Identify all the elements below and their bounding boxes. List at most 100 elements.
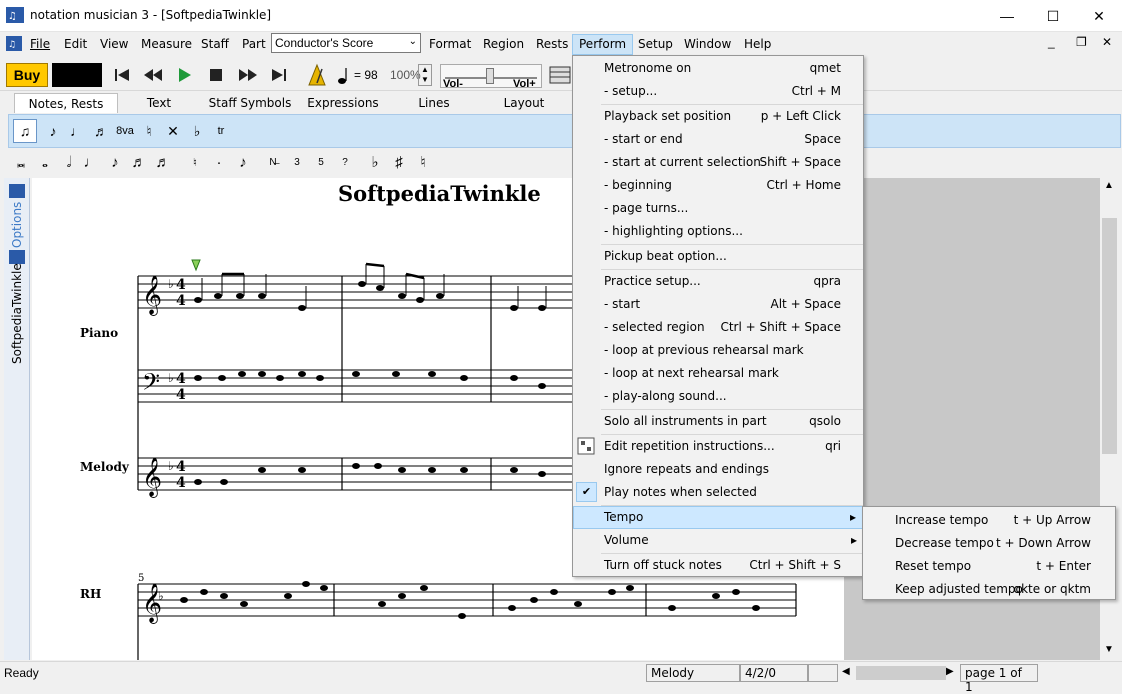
- natural-icon[interactable]: ♮: [184, 151, 206, 173]
- quarter-note-tool-icon[interactable]: ♩: [80, 151, 102, 173]
- menu-rests[interactable]: Rests: [530, 34, 574, 55]
- sixteenth-note-icon[interactable]: ♬: [128, 151, 150, 173]
- metronome-icon[interactable]: [305, 63, 329, 87]
- part-select[interactable]: Conductor's Score ⌄: [271, 33, 421, 53]
- tab-notes-rests[interactable]: Notes, Rests: [14, 93, 118, 113]
- scroll-thumb[interactable]: [1102, 218, 1117, 454]
- quintuplet-icon[interactable]: 5: [310, 151, 332, 173]
- rewind-icon[interactable]: [141, 63, 165, 87]
- ornament-icon[interactable]: ♭: [185, 119, 209, 143]
- menu-item-highlighting-options[interactable]: - highlighting options...: [573, 220, 863, 243]
- double-whole-note-icon[interactable]: 𝅜: [10, 151, 32, 173]
- stop-icon[interactable]: [204, 63, 228, 87]
- menu-item-selected-region[interactable]: - selected region Ctrl + Shift + Space: [573, 316, 863, 339]
- menu-item-loop-previous-mark[interactable]: - loop at previous rehearsal mark: [573, 339, 863, 362]
- menu-item-metronome-setup[interactable]: - setup... Ctrl + M: [573, 80, 863, 103]
- menu-item-beginning[interactable]: - beginning Ctrl + Home: [573, 174, 863, 197]
- note-entry-icon[interactable]: ♫: [13, 119, 37, 143]
- menu-region[interactable]: Region: [477, 34, 530, 55]
- menu-item-ignore-repeats[interactable]: Ignore repeats and endings: [573, 458, 863, 481]
- tab-layout[interactable]: Layout: [480, 93, 568, 113]
- menu-item-tempo[interactable]: Tempo ▸: [573, 506, 863, 529]
- rest-icon[interactable]: ♪: [232, 151, 254, 173]
- trill-icon[interactable]: tr: [209, 119, 233, 143]
- eighth-note-icon[interactable]: ♪: [104, 151, 126, 173]
- minimize-button[interactable]: —: [984, 0, 1030, 32]
- menu-perform[interactable]: Perform: [572, 34, 634, 55]
- menu-item-start-or-end[interactable]: - start or end Space: [573, 128, 863, 151]
- scroll-up-icon[interactable]: ▲: [1104, 180, 1114, 191]
- zoom-value[interactable]: 100%: [390, 68, 421, 82]
- octave-icon[interactable]: 8va: [113, 119, 137, 143]
- menu-item-page-turns[interactable]: - page turns...: [573, 197, 863, 220]
- tab-lines[interactable]: Lines: [392, 93, 476, 113]
- half-note-icon[interactable]: 𝅗𝅥: [58, 151, 80, 173]
- close-button[interactable]: ✕: [1076, 0, 1122, 32]
- mdi-close-button[interactable]: ✕: [1102, 35, 1112, 49]
- no-tuplet-icon[interactable]: N̶: [262, 151, 284, 173]
- tuplet-icon[interactable]: ♬: [89, 119, 113, 143]
- thirty-second-note-icon[interactable]: ♬: [152, 151, 174, 173]
- menu-staff[interactable]: Staff: [195, 34, 235, 55]
- menu-item-practice-setup[interactable]: Practice setup... qpra: [573, 270, 863, 293]
- cross-note-icon[interactable]: ✕: [161, 119, 185, 143]
- menu-item-practice-start[interactable]: - start Alt + Space: [573, 293, 863, 316]
- menu-item-metronome-on[interactable]: Metronome on qmet: [573, 57, 863, 80]
- whole-note-icon[interactable]: 𝅝: [34, 151, 56, 173]
- menu-item-play-notes-selected[interactable]: ✔ Play notes when selected: [573, 481, 863, 504]
- menu-item-playback-set-position[interactable]: Playback set position p + Left Click: [573, 105, 863, 128]
- menu-item-start-at-selection[interactable]: - start at current selection Shift + Spac…: [573, 151, 863, 174]
- menu-item-decrease-tempo[interactable]: Decrease tempo t + Down Arrow: [863, 531, 1115, 554]
- menu-item-increase-tempo[interactable]: Increase tempo t + Up Arrow: [863, 508, 1115, 531]
- skip-to-start-icon[interactable]: [110, 63, 134, 87]
- menu-item-reset-tempo[interactable]: Reset tempo t + Enter: [863, 554, 1115, 577]
- menu-item-pickup-beat[interactable]: Pickup beat option...: [573, 245, 863, 268]
- custom-tuplet-icon[interactable]: ?: [334, 151, 356, 173]
- menu-item-turn-off-stuck-notes[interactable]: Turn off stuck notes Ctrl + Shift + S: [573, 554, 863, 577]
- grace-note-icon[interactable]: ♮: [137, 119, 161, 143]
- beam-icon[interactable]: ♪: [41, 119, 65, 143]
- menu-item-edit-repetition[interactable]: Edit repetition instructions... qri: [573, 435, 863, 458]
- hscroll-thumb[interactable]: [856, 666, 946, 680]
- play-icon[interactable]: [172, 63, 196, 87]
- menu-file[interactable]: File: [24, 34, 56, 55]
- menu-item-loop-next-mark[interactable]: - loop at next rehearsal mark: [573, 362, 863, 385]
- scroll-left-icon[interactable]: ◀: [842, 666, 850, 677]
- tab-text[interactable]: Text: [118, 93, 200, 113]
- skip-to-end-icon[interactable]: [267, 63, 291, 87]
- flat-icon[interactable]: ♭: [364, 151, 386, 173]
- zoom-spinner[interactable]: ▲ ▼: [418, 64, 432, 86]
- document-tab[interactable]: SoftpediaTwinkle: [10, 263, 24, 364]
- menu-window[interactable]: Window: [678, 34, 737, 55]
- menu-setup[interactable]: Setup: [632, 34, 679, 55]
- sharp-icon[interactable]: ♯: [388, 151, 410, 173]
- mdi-minimize-button[interactable]: _: [1048, 35, 1055, 49]
- tab-expressions[interactable]: Expressions: [298, 93, 388, 113]
- volume-slider[interactable]: Vol- Vol+: [440, 64, 542, 90]
- scroll-right-icon[interactable]: ▶: [946, 666, 954, 677]
- menu-item-volume[interactable]: Volume ▸: [573, 529, 863, 552]
- menu-edit[interactable]: Edit: [58, 34, 93, 55]
- menu-measure[interactable]: Measure: [135, 34, 198, 55]
- mixer-icon[interactable]: [548, 63, 572, 87]
- menu-item-play-along-sound[interactable]: - play-along sound...: [573, 385, 863, 408]
- buy-button[interactable]: Buy: [6, 63, 48, 87]
- menu-item-keep-adjusted-tempo[interactable]: Keep adjusted tempo qkte or qktm: [863, 577, 1115, 600]
- natural-accidental-icon[interactable]: ♮: [412, 151, 434, 173]
- tie-icon[interactable]: ♩: [65, 119, 89, 143]
- volume-thumb[interactable]: [486, 68, 494, 84]
- fast-forward-icon[interactable]: [236, 63, 260, 87]
- options-tab[interactable]: Options: [10, 202, 24, 248]
- menu-view[interactable]: View: [94, 34, 134, 55]
- menu-item-solo-all[interactable]: Solo all instruments in part qsolo: [573, 410, 863, 433]
- mdi-restore-button[interactable]: ❐: [1076, 35, 1087, 49]
- tempo-value[interactable]: = 98: [354, 68, 378, 82]
- menu-format[interactable]: Format: [423, 34, 477, 55]
- menu-part[interactable]: Part: [236, 34, 272, 55]
- tab-staff-symbols[interactable]: Staff Symbols: [206, 93, 294, 113]
- scroll-down-icon[interactable]: ▼: [1104, 644, 1114, 655]
- maximize-button[interactable]: ☐: [1030, 0, 1076, 32]
- dot-icon[interactable]: ·: [208, 151, 230, 173]
- menu-help[interactable]: Help: [738, 34, 777, 55]
- triplet-icon[interactable]: 3: [286, 151, 308, 173]
